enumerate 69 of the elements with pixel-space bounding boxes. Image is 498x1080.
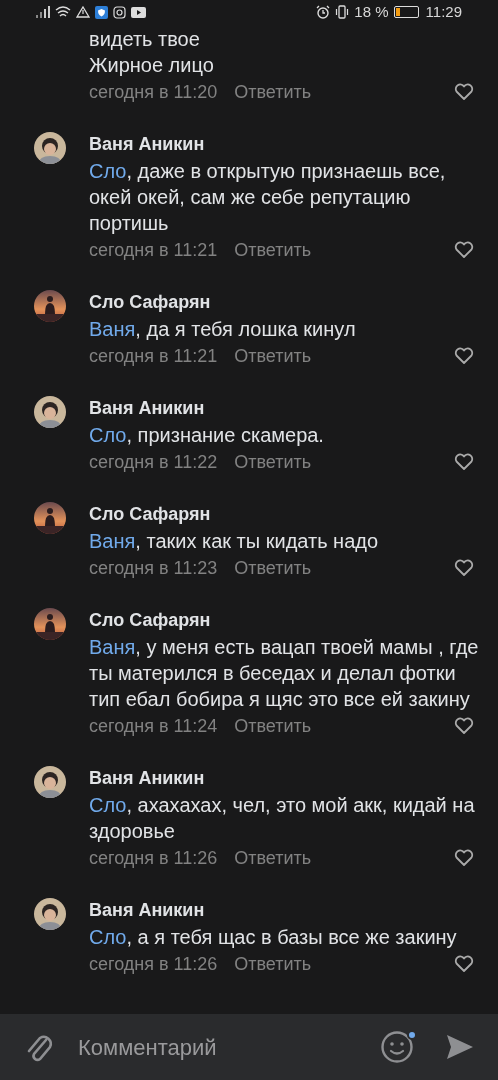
reply-link[interactable]: Ответить [234, 554, 454, 582]
heart-icon[interactable] [454, 83, 474, 101]
clock: 11:29 [425, 1, 462, 22]
avatar[interactable] [33, 898, 66, 930]
heart-icon[interactable] [454, 559, 474, 577]
reply-link[interactable]: Ответить [234, 78, 454, 106]
camera-icon [113, 5, 126, 19]
send-icon[interactable] [446, 1033, 474, 1061]
avatar[interactable] [33, 766, 66, 798]
heart-icon[interactable] [454, 347, 474, 365]
comment-time: сегодня в 11:21 [89, 344, 218, 368]
avatar[interactable] [33, 290, 66, 322]
heart-icon[interactable] [454, 955, 474, 973]
reply-link[interactable]: Ответить [234, 236, 454, 264]
comment-input-field[interactable]: Комментарий [78, 1030, 380, 1064]
author-name[interactable]: Сло Сафарян [89, 606, 498, 634]
smiley-icon [380, 1030, 414, 1064]
comment-time: сегодня в 11:20 [89, 80, 218, 104]
author-name[interactable]: Ваня Аникин [89, 764, 498, 792]
avatar[interactable] [33, 396, 66, 428]
comment-time: сегодня в 11:26 [89, 846, 218, 870]
mention-link[interactable]: Ваня [89, 530, 136, 552]
shield-icon [95, 5, 108, 19]
warning-icon [76, 6, 90, 18]
alarm-icon [316, 5, 331, 19]
heart-icon[interactable] [454, 241, 474, 259]
comment-text: Сло, ахахахах, чел, это мой акк, кидай на здоровье [89, 793, 476, 844]
mention-link[interactable]: Сло [89, 794, 127, 816]
author-name[interactable]: Сло Сафарян [89, 500, 498, 528]
battery-icon [393, 6, 419, 18]
play-icon [131, 6, 146, 18]
avatar[interactable] [33, 502, 66, 534]
mention-link[interactable]: Сло [89, 160, 127, 182]
comment-text: Сло, даже в открытую признаешь все, окей окей, сам же себе репутацию портишь [89, 159, 447, 236]
comment-text: Ваня, да я тебя лошка кинул [89, 317, 357, 342]
heart-icon[interactable] [454, 453, 474, 471]
heart-icon[interactable] [454, 717, 474, 735]
mention-link[interactable]: Сло [89, 926, 127, 948]
reply-link[interactable]: Ответить [234, 342, 454, 370]
avatar[interactable] [33, 608, 66, 640]
emoji-button[interactable] [380, 1030, 414, 1064]
comment-time: сегодня в 11:23 [89, 556, 218, 580]
comment-time: сегодня в 11:21 [89, 238, 218, 262]
mention-link[interactable]: Ваня [89, 318, 136, 340]
battery-percent: 18 % [354, 1, 389, 22]
mention-link[interactable]: Ваня [89, 636, 136, 658]
heart-icon[interactable] [454, 849, 474, 867]
comment-text: Сло, признание скамера. [89, 423, 325, 448]
mention-link[interactable]: Сло [89, 424, 127, 446]
comment-text: видеть твое [89, 27, 201, 52]
reply-link[interactable]: Ответить [234, 950, 454, 978]
vibrate-icon [335, 5, 350, 19]
reply-link[interactable]: Ответить [234, 712, 454, 740]
comment-text: Жирное лицо [89, 53, 215, 78]
comment-text: Сло, а я тебя щас в базы все же закину [89, 925, 458, 950]
comment-time: сегодня в 11:22 [89, 450, 218, 474]
author-name[interactable]: Сло Сафарян [89, 288, 498, 316]
wifi-icon [55, 6, 71, 18]
author-name[interactable]: Ваня Аникин [89, 130, 498, 158]
author-name[interactable]: Ваня Аникин [89, 394, 498, 422]
comment-text: Ваня, таких как ты кидать надо [89, 529, 380, 554]
comment-time: сегодня в 11:24 [89, 714, 218, 738]
comment-text: Ваня, у меня есть вацап твоей мамы , где ты матерился в беседах и делал фотки тип ебал бобира я щяс это все ей закину [89, 635, 480, 712]
comment-time: сегодня в 11:26 [89, 952, 218, 976]
signal-icon [36, 6, 50, 18]
author-name[interactable]: Ваня Аникин [89, 896, 498, 924]
avatar[interactable] [33, 132, 66, 164]
reply-link[interactable]: Ответить [234, 448, 454, 476]
reply-link[interactable]: Ответить [234, 844, 454, 872]
